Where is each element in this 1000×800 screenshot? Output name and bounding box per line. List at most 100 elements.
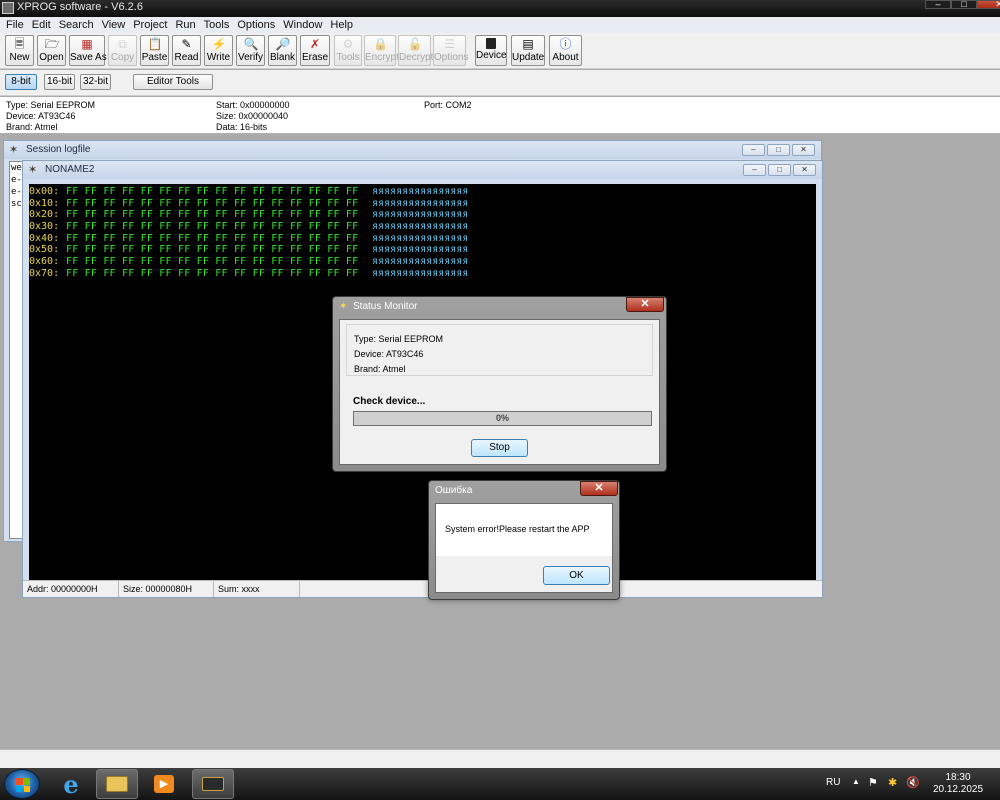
error-dialog: Ошибка ✕ System error!Please restart the…: [428, 480, 620, 600]
options-button[interactable]: ☰ Options: [433, 35, 468, 66]
minimize-button[interactable]: –: [925, 0, 951, 9]
window-icon: ✶: [28, 164, 38, 176]
status-action: Check device...: [353, 396, 426, 407]
tools-button[interactable]: ⚙ Tools: [334, 35, 362, 66]
chip-icon: [486, 38, 496, 49]
info-start: Start: 0x00000000: [216, 100, 290, 110]
minimize-button[interactable]: –: [742, 144, 765, 156]
menu-window[interactable]: Window: [279, 17, 326, 33]
close-button[interactable]: ✕: [580, 481, 618, 496]
menu-edit[interactable]: Edit: [28, 17, 55, 33]
mode-row: 8-bit 16-bit 32-bit Editor Tools: [0, 70, 1000, 96]
info-brand: Brand: Atmel: [6, 122, 58, 132]
close-button[interactable]: ✕: [626, 297, 664, 312]
session-logfile-controls: – □ ✕: [742, 144, 815, 156]
menu-run[interactable]: Run: [171, 17, 199, 33]
media-player-taskbar-button[interactable]: ▶: [143, 769, 185, 799]
erase-button[interactable]: ✗ Erase: [300, 35, 330, 66]
verify-magnifier-icon: 🔍: [243, 37, 259, 51]
minimize-button[interactable]: –: [743, 164, 766, 176]
clock[interactable]: 18:30 20.12.2025: [932, 772, 984, 796]
open-button[interactable]: 🗁 Open: [37, 35, 66, 66]
editor-tools-button[interactable]: Editor Tools: [133, 74, 213, 90]
decrypt-button[interactable]: 🔓 Decrypt: [398, 35, 433, 66]
verify-button[interactable]: 🔍 Verify: [236, 35, 265, 66]
hex-row: 0x40: FF FF FF FF FF FF FF FF FF FF FF FF…: [29, 232, 469, 244]
menu-search[interactable]: Search: [55, 17, 98, 33]
session-logfile-titlebar[interactable]: ✶ Session logfile – □ ✕: [4, 141, 821, 159]
action-center-flag-icon[interactable]: ⚑: [868, 776, 878, 789]
restore-button[interactable]: □: [767, 144, 790, 156]
read-icon: ✎: [181, 37, 192, 51]
internet-explorer-icon[interactable]: e: [50, 769, 92, 799]
editor-status-bar: Addr: 00000000H Size: 00000080H Sum: xxx…: [23, 580, 822, 597]
save-as-button[interactable]: ▦ Save As: [69, 35, 107, 66]
new-button[interactable]: 🗏 New: [5, 35, 34, 66]
write-button[interactable]: ⚡ Write: [204, 35, 233, 66]
restore-button[interactable]: □: [768, 164, 791, 176]
unlock-icon: 🔓: [407, 37, 423, 51]
title-bar: XPROG software - V6.2.6 – □ ✕: [0, 0, 1000, 17]
mode-16bit-button[interactable]: 16-bit: [44, 74, 75, 90]
explorer-taskbar-button[interactable]: [96, 769, 138, 799]
error-dialog-body: System error!Please restart the APP OK: [435, 503, 613, 593]
maximize-button[interactable]: □: [951, 0, 977, 9]
menu-help[interactable]: Help: [326, 17, 357, 33]
read-button[interactable]: ✎ Read: [172, 35, 201, 66]
menu-view[interactable]: View: [98, 17, 130, 33]
close-button[interactable]: ✕: [792, 144, 815, 156]
status-addr: Addr: 00000000H: [23, 581, 119, 597]
info-port: Port: COM2: [424, 100, 472, 110]
device-info-panel: Type: Serial EEPROM Device: AT93C46 Bran…: [0, 97, 1000, 134]
tools-icon: ⚙: [342, 37, 354, 51]
stop-button[interactable]: Stop: [471, 439, 528, 457]
hex-row: 0x00: FF FF FF FF FF FF FF FF FF FF FF FF…: [29, 186, 469, 197]
volume-muted-icon[interactable]: 🔇: [906, 776, 920, 789]
folder-icon: [106, 776, 128, 792]
start-button[interactable]: [4, 769, 40, 799]
menu-file[interactable]: File: [2, 17, 28, 33]
info-type: Type: Serial EEPROM: [6, 100, 96, 110]
hex-row: 0x20: FF FF FF FF FF FF FF FF FF FF FF FF…: [29, 209, 469, 221]
close-button[interactable]: ✕: [793, 164, 816, 176]
hex-row: 0x60: FF FF FF FF FF FF FF FF FF FF FF FF…: [29, 256, 469, 268]
window-controls: – □ ✕: [925, 0, 1000, 9]
mode-8bit-button[interactable]: 8-bit: [5, 74, 37, 90]
close-button[interactable]: ✕: [977, 0, 1000, 9]
about-info-icon: ⓘ: [559, 37, 572, 51]
status-size: Size: 00000080H: [119, 581, 214, 597]
hex-row: 0x30: FF FF FF FF FF FF FF FF FF FF FF FF…: [29, 221, 469, 233]
about-button[interactable]: ⓘ About: [549, 35, 582, 66]
window-title: XPROG software - V6.2.6: [17, 1, 143, 13]
update-button[interactable]: ▤ Update: [511, 35, 545, 66]
app-icon: [2, 2, 14, 14]
status-type: Type: Serial EEPROM: [354, 334, 444, 344]
status-monitor-body: Type: Serial EEPROM Device: AT93C46 Bran…: [339, 319, 660, 465]
paste-button[interactable]: 📋 Paste: [140, 35, 169, 66]
hex-editor-titlebar[interactable]: ✶ NONAME2 – □ ✕: [23, 161, 822, 179]
copy-button[interactable]: ⧉ Copy: [108, 35, 137, 66]
app-icon: ✶: [339, 301, 348, 312]
encrypt-button[interactable]: 🔒 Encrypt: [364, 35, 399, 66]
menu-project[interactable]: Project: [129, 17, 171, 33]
update-icon: ▤: [522, 37, 534, 51]
menu-tools[interactable]: Tools: [200, 17, 234, 33]
toolbar: 🗏 New 🗁 Open ▦ Save As ⧉ Copy 📋 Paste ✎ …: [0, 33, 1000, 69]
language-indicator[interactable]: RU: [826, 777, 840, 788]
blank-button[interactable]: 🔎 Blank: [268, 35, 297, 66]
menu-options[interactable]: Options: [233, 17, 279, 33]
ok-button[interactable]: OK: [543, 566, 610, 585]
mode-32bit-button[interactable]: 32-bit: [80, 74, 111, 90]
device-button[interactable]: Device: [475, 35, 507, 66]
media-player-icon: ▶: [154, 775, 174, 793]
xprog-taskbar-button[interactable]: [192, 769, 234, 799]
clock-time: 18:30: [945, 772, 971, 783]
progress-bar: 0%: [353, 411, 652, 426]
lock-icon: 🔒: [373, 37, 388, 51]
windows-logo-icon: [16, 778, 30, 792]
status-device: Device: AT93C46: [354, 349, 424, 359]
hex-row: 0x70: FF FF FF FF FF FF FF FF FF FF FF FF…: [29, 267, 469, 279]
show-hidden-icons-arrow[interactable]: ▲: [852, 777, 860, 786]
taskbar: e ▶ RU ▲ ⚑ ✱ 🔇 18:30 20.12.2025: [0, 768, 1000, 800]
network-icon[interactable]: ✱: [888, 776, 897, 789]
